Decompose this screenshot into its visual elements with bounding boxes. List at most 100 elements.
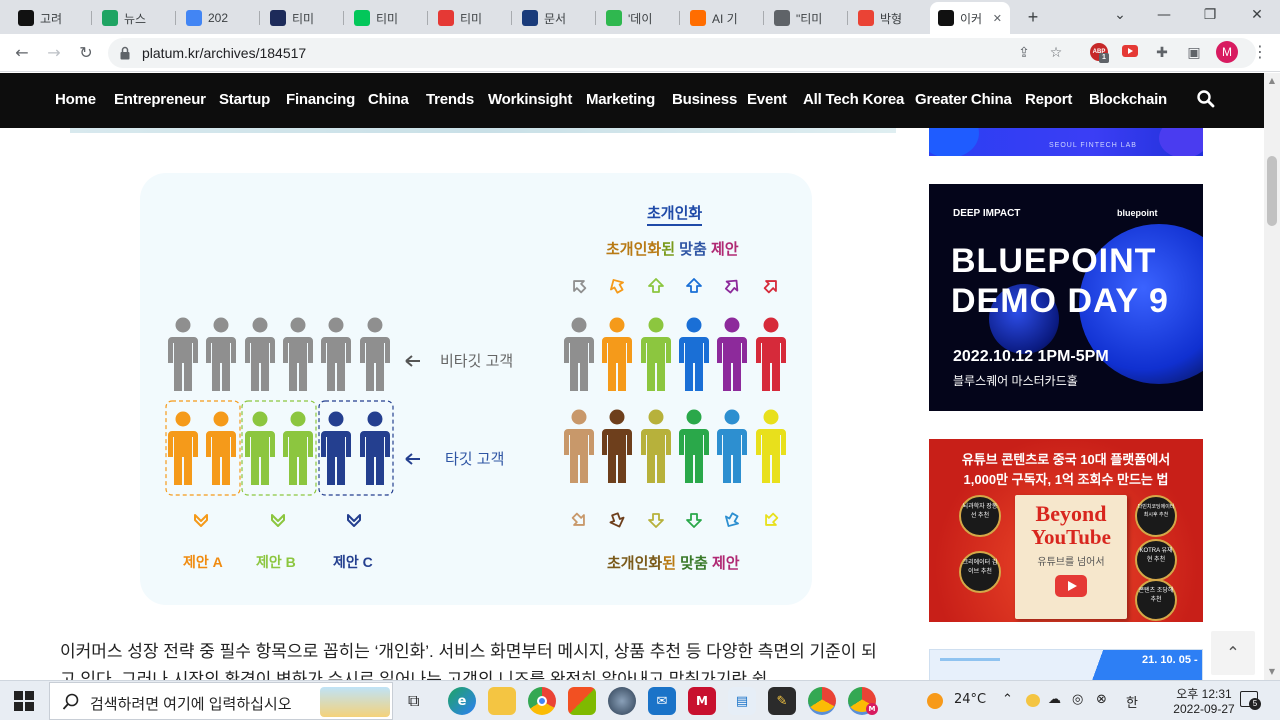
store-icon[interactable]	[568, 687, 596, 715]
browser-tab[interactable]: 이커 ✕	[930, 2, 1010, 34]
browser-tab[interactable]: 티미	[430, 4, 512, 32]
weather-icon[interactable]	[927, 693, 943, 709]
browser-tab[interactable]: 박형	[850, 4, 932, 32]
bookmark-star-icon[interactable]: ☆	[1046, 43, 1066, 63]
nav-item[interactable]: Trends	[426, 91, 474, 108]
browser-tab[interactable]: 티미	[262, 4, 344, 32]
nav-item[interactable]: Blockchain	[1089, 91, 1167, 108]
chrome-icon[interactable]	[528, 687, 556, 715]
beyond-youtube-book-ad[interactable]: 유튜브 콘텐츠로 중국 10대 플랫폼에서 1,000만 구독자, 1억 조회수…	[929, 439, 1203, 622]
browser-tab[interactable]: AI 기	[682, 4, 764, 32]
bluepoint-logo: bluepoint	[1117, 208, 1158, 218]
search-icon[interactable]	[1196, 89, 1216, 109]
notes-app-icon[interactable]: ✎	[768, 687, 796, 715]
nav-item[interactable]: Entrepreneur	[114, 91, 206, 108]
browser-tab[interactable]: "티미	[766, 4, 848, 32]
back-icon[interactable]: ←	[10, 41, 34, 65]
chrome-profile-icon[interactable]	[808, 687, 836, 715]
extensions-puzzle-icon[interactable]: ✚	[1152, 43, 1172, 63]
edge-icon[interactable]: e	[448, 687, 476, 715]
tab-title: 202	[208, 11, 229, 25]
bluepoint-demo-day-ad[interactable]: DEEP IMPACT bluepoint BLUEPOINT DEMO DAY…	[929, 184, 1203, 411]
tab-favicon-icon	[522, 10, 538, 26]
offer-c-label: 제안 C	[333, 554, 373, 570]
youtube-play-icon	[1055, 575, 1087, 597]
address-bar[interactable]: platum.kr/archives/184517 ⇪ ☆	[108, 38, 1256, 68]
tab-favicon-icon	[774, 10, 790, 26]
nav-item[interactable]: Business	[672, 91, 737, 108]
forward-icon[interactable]: →	[42, 41, 66, 65]
profile-avatar[interactable]: M	[1216, 41, 1238, 63]
document-app-icon[interactable]: ▤	[728, 687, 756, 715]
fintech-lab-ad[interactable]: SEOUL FINTECH LAB	[929, 128, 1203, 156]
scroll-up-arrow[interactable]: ▲	[1267, 76, 1277, 86]
clock-time[interactable]: 오후 12:31	[1173, 685, 1235, 702]
lock-icon[interactable]	[120, 46, 130, 60]
windows-start-icon[interactable]	[14, 691, 34, 711]
tab-title: 이커	[960, 11, 983, 26]
new-tab-button[interactable]: +	[1022, 6, 1044, 28]
mcafee-icon[interactable]: M	[688, 687, 716, 715]
browser-tab[interactable]: 202	[178, 4, 260, 32]
close-window-button[interactable]: ✕	[1234, 0, 1280, 30]
nav-item[interactable]: Workinsight	[488, 91, 572, 108]
globe-app-icon[interactable]	[608, 687, 636, 715]
reload-icon[interactable]: ↻	[74, 41, 98, 65]
chrome-menu-icon[interactable]: ⋮	[1252, 41, 1268, 63]
red-extension-icon[interactable]	[1122, 45, 1138, 57]
book-title2: YouTube	[1031, 525, 1111, 549]
network-icon[interactable]: ◎	[1072, 692, 1083, 707]
task-view-icon[interactable]: ⧉	[408, 691, 419, 711]
nav-item[interactable]: Event	[747, 91, 787, 108]
cloud-icon[interactable]: ☁	[1048, 692, 1061, 707]
minimize-button[interactable]: —	[1141, 0, 1187, 30]
page-scrollbar[interactable]: ▲ ▼	[1264, 73, 1280, 680]
bottom-sidebar-ad[interactable]: 21. 10. 05 -	[929, 649, 1203, 680]
browser-tab[interactable]: 문서	[514, 4, 596, 32]
tab-search-button[interactable]: ⌄	[1097, 0, 1143, 30]
offer-arrow-icon	[686, 513, 702, 528]
chat-icon[interactable]	[1026, 694, 1040, 707]
nav-item[interactable]: Financing	[286, 91, 355, 108]
chrome-active-icon[interactable]: M	[848, 687, 878, 715]
mail-icon[interactable]: ✉	[648, 687, 676, 715]
person-figure	[206, 411, 236, 485]
scroll-down-arrow[interactable]: ▼	[1267, 667, 1277, 677]
site-navigation: Home Entrepreneur Startup Financing China Tre…	[0, 73, 1264, 128]
ad-date: 21. 10. 05 -	[1142, 654, 1198, 666]
ime-indicator[interactable]: 한	[1126, 692, 1138, 711]
nav-item[interactable]: China	[368, 91, 409, 108]
browser-tab[interactable]: '데이	[598, 4, 680, 32]
nav-item[interactable]: Home	[55, 91, 96, 108]
extension-badge: 1	[1099, 53, 1109, 63]
taskbar-search-box[interactable]: 검색하려면 여기에 입력하십시오	[49, 682, 393, 720]
browser-tab[interactable]: 티미	[346, 4, 428, 32]
offer-arrow-icon	[725, 512, 739, 527]
share-icon[interactable]: ⇪	[1014, 43, 1034, 63]
scroll-thumb[interactable]	[1267, 156, 1277, 226]
offer-arrow-icon	[194, 514, 208, 527]
notification-icon[interactable]: 5	[1240, 691, 1261, 710]
endorsement-badge: 다빈치코딩에이터 최시후 추천	[1135, 495, 1177, 537]
nav-item[interactable]: Greater China	[915, 91, 1012, 108]
adblock-extension-icon[interactable]: ABP 1	[1090, 43, 1109, 63]
browser-tab[interactable]: 고려	[10, 4, 92, 32]
nav-item[interactable]: Startup	[219, 91, 270, 108]
url-text[interactable]: platum.kr/archives/184517	[142, 45, 306, 61]
browser-tab[interactable]: 뉴스	[94, 4, 176, 32]
back-to-top-button[interactable]: ⌃	[1211, 631, 1255, 675]
offer-arrow-icon	[571, 512, 585, 526]
file-explorer-icon[interactable]	[488, 687, 516, 715]
tray-overflow-icon[interactable]: ⌃	[1002, 692, 1013, 707]
tab-favicon-icon	[354, 10, 370, 26]
clock-date[interactable]: 2022-09-27	[1173, 702, 1235, 716]
tab-close-icon[interactable]: ✕	[993, 12, 1002, 25]
person-figure	[321, 411, 351, 485]
side-panel-icon[interactable]: ▣	[1184, 43, 1204, 63]
maximize-button[interactable]: ❐	[1187, 0, 1233, 30]
nav-item[interactable]: Marketing	[586, 91, 655, 108]
volume-muted-icon[interactable]: ⊗	[1096, 692, 1107, 707]
nav-item[interactable]: Report	[1025, 91, 1072, 108]
nav-item[interactable]: All Tech Korea	[803, 91, 904, 108]
weather-temp[interactable]: 24°C	[954, 692, 986, 707]
